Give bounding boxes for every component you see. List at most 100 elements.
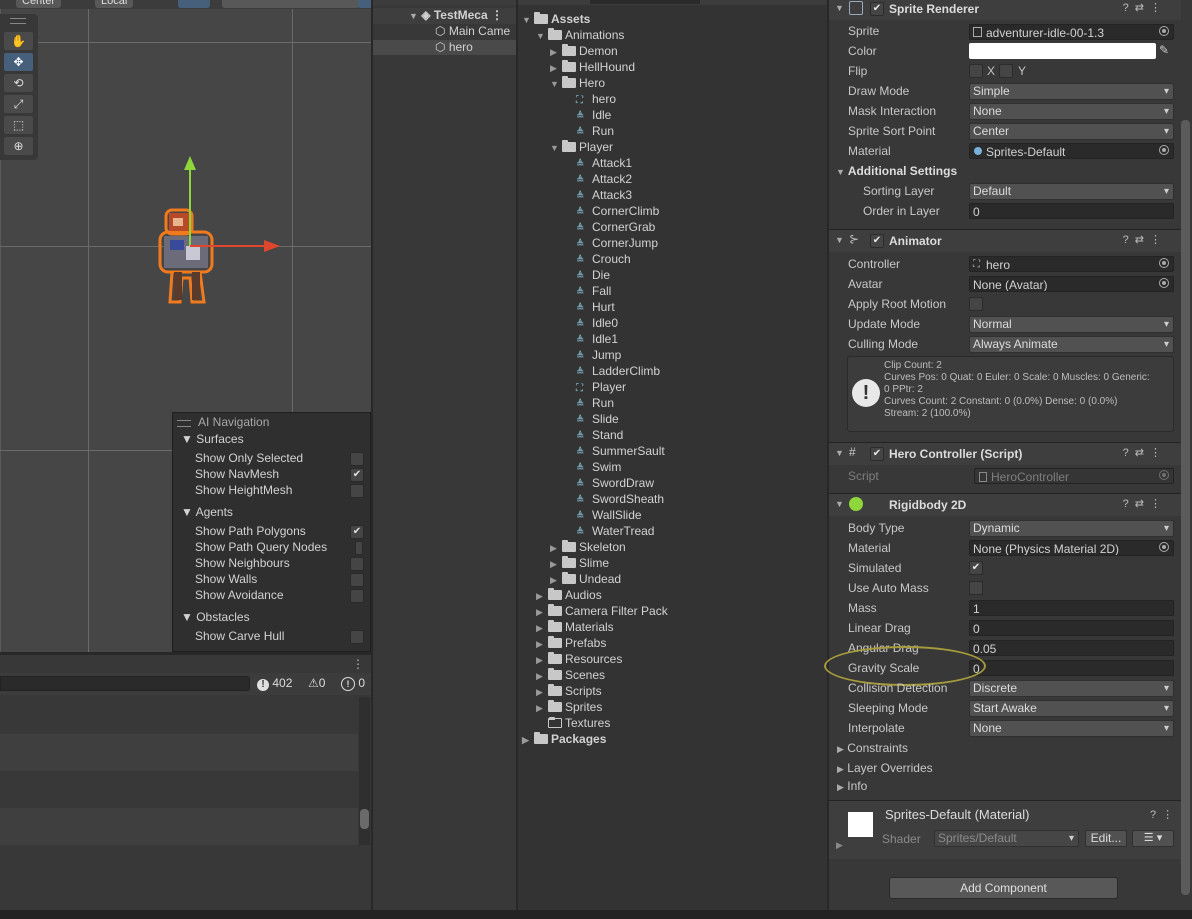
show-avoidance-checkbox[interactable] [350,589,364,603]
asset-sworddraw[interactable]: ≜ SwordDraw [576,475,654,491]
asset-watertread[interactable]: ≜ WaterTread [576,523,654,539]
console-log-toggle[interactable]: ! 402 [257,676,292,691]
section-surfaces[interactable]: ▼ Surfaces [181,432,244,446]
object-picker-icon[interactable] [1159,542,1169,552]
drag-handle[interactable] [177,420,191,427]
asset-swordsheath[interactable]: ≜ SwordSheath [576,491,664,507]
show-walls-checkbox[interactable] [350,573,364,587]
interpolate-dropdown[interactable]: None [969,720,1174,737]
animator-enabled-checkbox[interactable]: ✔ [870,234,884,248]
additional-settings-foldout[interactable]: ▼ Additional Settings [836,164,957,178]
sorting-layer-dropdown[interactable]: Default [969,183,1174,200]
asset-slide[interactable]: ≜ Slide [576,411,619,427]
linear-drag-field[interactable]: 0 [969,620,1174,636]
drag-handle[interactable] [10,18,26,24]
asset-stand[interactable]: ≜ Stand [576,427,623,443]
toolbar-overflow[interactable] [358,0,371,8]
scale-tool[interactable]: ⤢ [4,95,33,113]
folder-demon[interactable]: ▶ Demon [550,43,618,59]
flip-y-checkbox[interactable] [999,64,1013,78]
asset-cornerclimb[interactable]: ≜ CornerClimb [576,203,659,219]
hierarchy-item-main-camera[interactable]: ⬡ Main Came [435,24,510,38]
object-picker-icon[interactable] [1159,26,1169,36]
folder-resources[interactable]: ▶ Resources [536,651,622,667]
asset-cornerjump[interactable]: ≜ CornerJump [576,235,658,251]
hero-controller-header[interactable]: ▼ # ✔ Hero Controller (Script) ?⇄⋮ [829,442,1181,465]
collision-detection-dropdown[interactable]: Discrete [969,680,1174,697]
asset-attack3[interactable]: ≜ Attack3 [576,187,632,203]
sprite-renderer-enabled-checkbox[interactable]: ✔ [870,2,884,16]
folder-textures[interactable]: Textures [536,715,610,731]
move-gizmo[interactable] [180,150,290,254]
show-heightmesh-checkbox[interactable] [350,484,364,498]
collapse-arrow-icon[interactable]: ▶ [836,840,843,851]
rotate-tool[interactable]: ⟲ [4,74,33,92]
asset-hurt[interactable]: ≜ Hurt [576,299,615,315]
folder-hellhound[interactable]: ▶ HellHound [550,59,635,75]
gravity-scale-field[interactable]: 0 [969,660,1174,676]
pivot-toggle[interactable]: Center [16,0,62,8]
asset-player[interactable]: ⛶ Player [576,379,626,395]
order-in-layer-field[interactable]: 0 [969,203,1174,219]
asset-die[interactable]: ≜ Die [576,267,610,283]
use-auto-mass-checkbox[interactable] [969,581,983,595]
asset-run[interactable]: ≜ Run [576,395,614,411]
hand-tool[interactable]: ✋ [4,32,33,50]
physics-material-field[interactable]: None (Physics Material 2D) [969,540,1174,556]
apply-root-motion-checkbox[interactable] [969,297,983,311]
scene-root[interactable]: ▼ ◈ TestMeca ⋮ [409,8,503,22]
folder-audios[interactable]: ▶ Audios [536,587,602,603]
asset-cornergrab[interactable]: ≜ CornerGrab [576,219,655,235]
component-header-icons[interactable]: ?⇄⋮ [1123,233,1167,246]
animator-header[interactable]: ▼ ⊱ ✔ Animator ?⇄⋮ [829,229,1181,252]
console-row[interactable] [0,771,358,808]
console-warning-toggle[interactable]: ⚠0 [308,676,325,690]
asset-idle[interactable]: ≜ Idle [576,107,611,123]
info-foldout[interactable]: ▶ Info [837,779,867,793]
folder-hero[interactable]: ▼ Hero [550,75,605,91]
more-icon[interactable]: ⋮ [491,8,503,22]
asset-idle0[interactable]: ≜ Idle0 [576,315,618,331]
folder-slime[interactable]: ▶ Slime [550,555,609,571]
section-agents[interactable]: ▼ Agents [181,505,233,519]
component-header-icons[interactable]: ?⇄⋮ [1123,497,1167,510]
controller-field[interactable]: ⛶ hero [969,256,1174,272]
inspector-scrollbar[interactable] [1181,120,1190,895]
folder-sprites[interactable]: ▶ Sprites [536,699,602,715]
object-picker-icon[interactable] [1159,278,1169,288]
console-search-input[interactable] [0,676,250,691]
mass-field[interactable]: 1 [969,600,1174,616]
shader-dropdown[interactable]: Sprites/Default [934,830,1079,847]
eyedropper-icon[interactable]: ✎ [1159,43,1169,57]
component-header-icons[interactable]: ?⇄⋮ [1123,446,1167,459]
grid-snap-button[interactable] [222,0,274,8]
folder-undead[interactable]: ▶ Undead [550,571,621,587]
hero-controller-enabled-checkbox[interactable]: ✔ [870,447,884,461]
component-header-icons[interactable]: ?⇄⋮ [1123,1,1167,14]
folder-scripts[interactable]: ▶ Scripts [536,683,602,699]
body-type-dropdown[interactable]: Dynamic [969,520,1174,537]
object-picker-icon[interactable] [1159,145,1169,155]
transform-tool[interactable]: ⊕ [4,137,33,155]
console-row[interactable] [0,808,358,845]
folder-scenes[interactable]: ▶ Scenes [536,667,605,683]
color-swatch[interactable] [969,43,1156,59]
add-component-button[interactable]: Add Component [889,877,1118,899]
move-tool[interactable]: ✥ [4,53,33,71]
sleeping-mode-dropdown[interactable]: Start Awake [969,700,1174,717]
angular-drag-field[interactable]: 0.05 [969,640,1174,656]
asset-attack1[interactable]: ≜ Attack1 [576,155,632,171]
folder-materials[interactable]: ▶ Materials [536,619,614,635]
object-picker-icon[interactable] [1159,258,1169,268]
asset-summersault[interactable]: ≜ SummerSault [576,443,665,459]
console-menu-icon[interactable]: ⋮ [352,657,364,671]
asset-run[interactable]: ≜ Run [576,123,614,139]
material-header-icons[interactable]: ?⋮ [1150,808,1179,821]
console-row[interactable] [0,697,358,734]
show-navmesh-checkbox[interactable]: ✔ [350,468,364,482]
show-neighbours-checkbox[interactable] [350,557,364,571]
console-row[interactable] [0,734,358,771]
console-error-toggle[interactable]: ! 0 [341,676,365,691]
section-obstacles[interactable]: ▼ Obstacles [181,610,250,624]
folder-prefabs[interactable]: ▶ Prefabs [536,635,606,651]
